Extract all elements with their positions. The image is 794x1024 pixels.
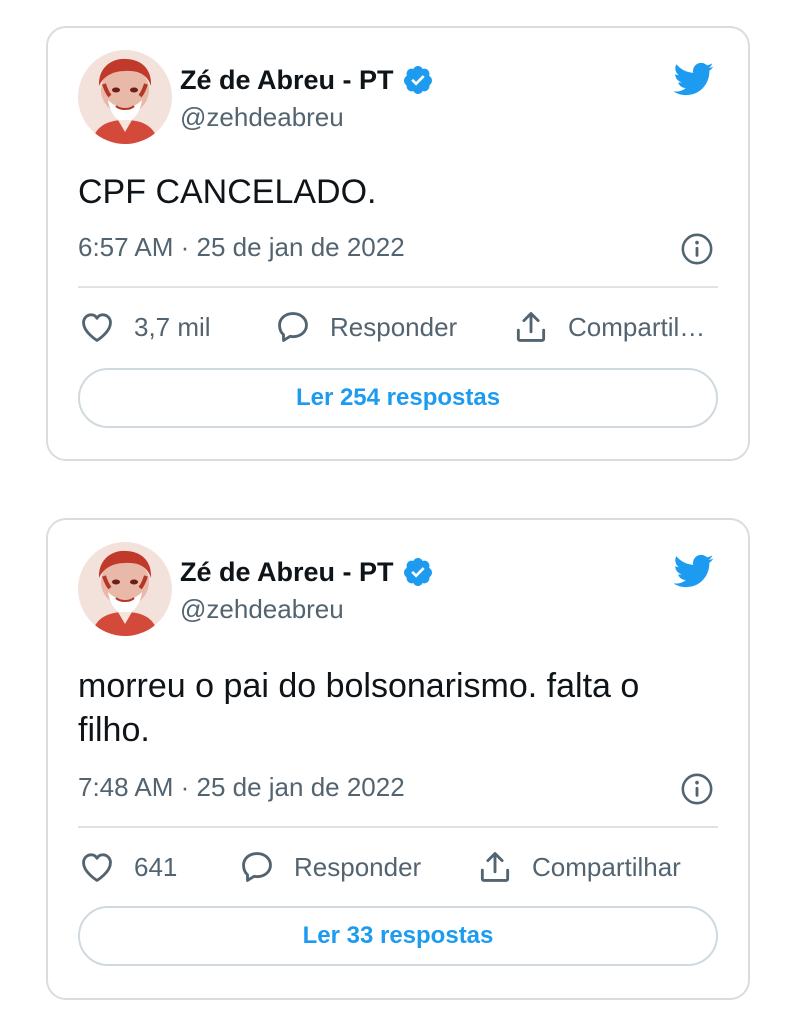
author-handle[interactable]: @zehdeabreu <box>180 594 344 625</box>
avatar[interactable] <box>78 50 172 144</box>
reply-button[interactable]: Responder <box>238 848 421 886</box>
tweet-text: morreu o pai do bolsonarismo. falta o fi… <box>78 667 640 749</box>
heart-icon <box>78 308 116 346</box>
share-button[interactable]: Compartilhar <box>476 848 681 886</box>
tweet-card[interactable]: Zé de Abreu - PT @zehdeabreu CPF CANCELA… <box>46 26 750 461</box>
reply-label: Responder <box>330 311 458 342</box>
share-label: Compartil… <box>568 311 706 342</box>
like-count: 641 <box>134 851 178 882</box>
twitter-bird-icon <box>668 58 718 100</box>
share-label: Compartilhar <box>532 851 681 882</box>
share-button[interactable]: Compartil… <box>512 308 705 346</box>
info-icon[interactable] <box>680 232 714 266</box>
divider <box>78 286 718 288</box>
divider <box>78 826 718 828</box>
author-handle[interactable]: @zehdeabreu <box>180 102 344 133</box>
tweet-timestamp[interactable]: 6:57 AM · 25 de jan de 2022 <box>78 232 405 263</box>
verified-badge-icon <box>402 64 434 96</box>
twitter-bird-icon <box>668 550 718 592</box>
reply-label: Responder <box>294 851 422 882</box>
read-replies-button[interactable]: Ler 254 respostas <box>78 368 718 428</box>
reply-button[interactable]: Responder <box>274 308 457 346</box>
author-name[interactable]: Zé de Abreu - PT <box>180 65 394 96</box>
tweet-text: CPF CANCELADO. <box>78 173 377 211</box>
comment-icon <box>274 308 312 346</box>
read-replies-button[interactable]: Ler 33 respostas <box>78 906 718 966</box>
like-button[interactable]: 641 <box>78 848 177 886</box>
tweet-actions: 3,7 mil Responder Compartil… <box>78 308 718 358</box>
avatar[interactable] <box>78 542 172 636</box>
author-row: Zé de Abreu - PT <box>180 64 434 96</box>
like-count: 3,7 mil <box>134 311 211 342</box>
author-name[interactable]: Zé de Abreu - PT <box>180 557 394 588</box>
tweet-actions: 641 Responder Compartilhar <box>78 848 718 898</box>
info-icon[interactable] <box>680 772 714 806</box>
author-row: Zé de Abreu - PT <box>180 556 434 588</box>
comment-icon <box>238 848 276 886</box>
share-icon <box>476 848 514 886</box>
tweet-card[interactable]: Zé de Abreu - PT @zehdeabreu morreu o pa… <box>46 518 750 1000</box>
like-button[interactable]: 3,7 mil <box>78 308 211 346</box>
heart-icon <box>78 848 116 886</box>
verified-badge-icon <box>402 556 434 588</box>
tweet-timestamp[interactable]: 7:48 AM · 25 de jan de 2022 <box>78 772 405 803</box>
share-icon <box>512 308 550 346</box>
